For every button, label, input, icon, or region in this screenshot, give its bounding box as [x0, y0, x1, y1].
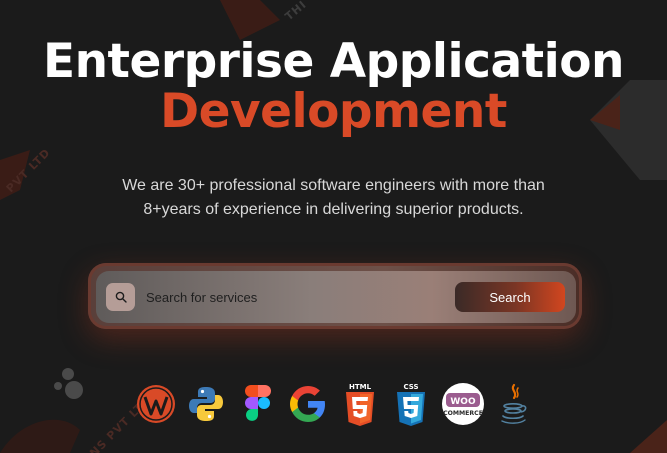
- technology-logos: HTML CSS WOO COMMERCE: [0, 382, 667, 428]
- google-icon: [286, 382, 330, 426]
- woocommerce-icon: WOO COMMERCE: [441, 382, 485, 426]
- html5-label: HTML: [349, 383, 372, 391]
- woocommerce-label-commerce: COMMERCE: [443, 410, 483, 417]
- html5-icon: HTML: [338, 382, 382, 426]
- search-input[interactable]: [146, 285, 446, 309]
- css3-icon: CSS: [389, 382, 433, 426]
- css3-label: CSS: [403, 383, 418, 391]
- search-button[interactable]: Search: [455, 282, 565, 312]
- woocommerce-label-woo: WOO: [450, 397, 476, 407]
- hero-subtitle-line1: We are 30+ professional software enginee…: [122, 177, 545, 194]
- python-icon: [184, 382, 228, 426]
- java-icon: [492, 382, 536, 426]
- hero-subtitle: We are 30+ professional software enginee…: [0, 174, 667, 222]
- hero-title-line2: Development: [160, 84, 507, 139]
- hero-title-line1: Enterprise Application: [42, 34, 625, 89]
- search-icon[interactable]: [106, 283, 135, 311]
- watermark-text-top: THI: [282, 0, 310, 24]
- wordpress-icon: [134, 382, 178, 426]
- hero-subtitle-line2: 8+years of experience in delivering supe…: [143, 201, 524, 218]
- figma-icon: [236, 382, 280, 426]
